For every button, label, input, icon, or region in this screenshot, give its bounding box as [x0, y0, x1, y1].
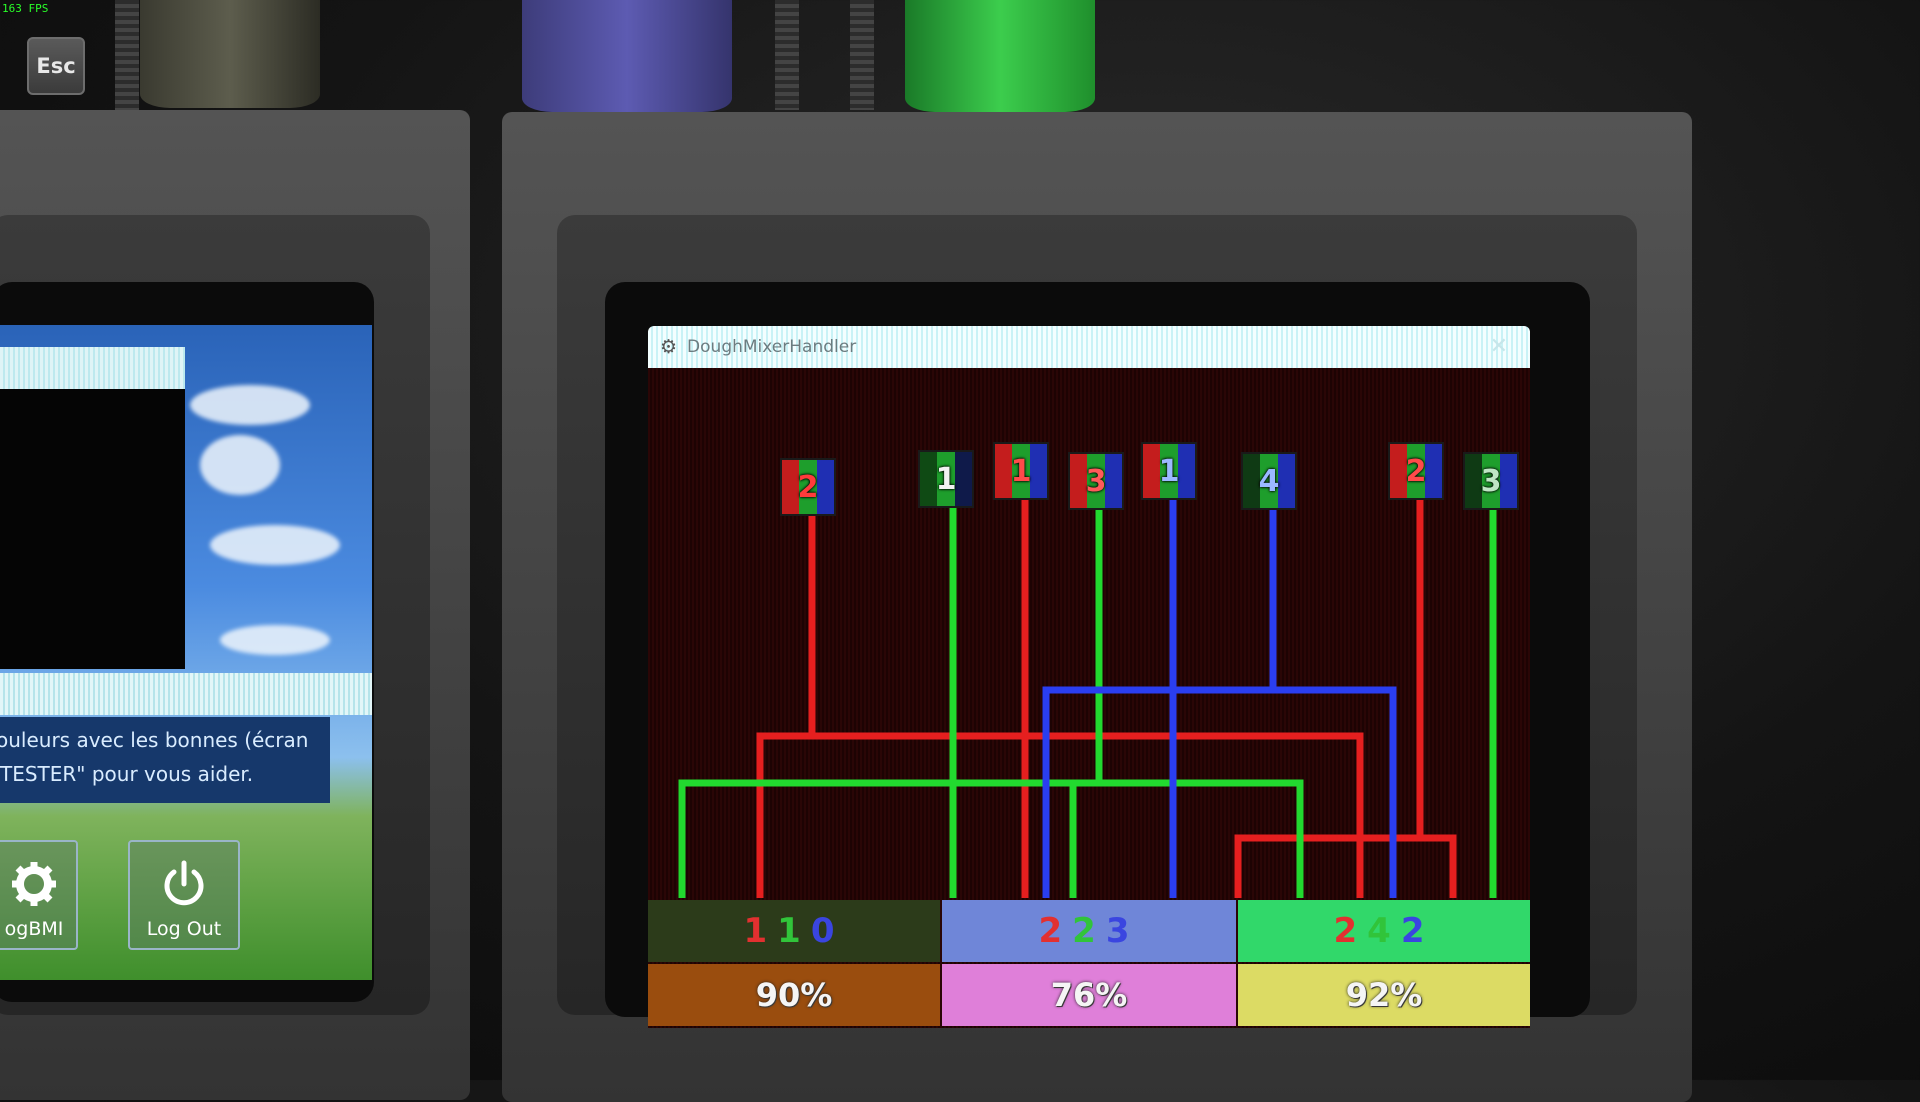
code-digit: 2 [1333, 911, 1368, 951]
code-digit: 0 [810, 911, 845, 951]
color-node[interactable]: 1 [918, 450, 974, 508]
node-value: 4 [1258, 463, 1280, 499]
color-node[interactable]: 3 [1463, 452, 1519, 510]
target-code-2: 2 2 3 [942, 900, 1236, 962]
code-digit: 1 [777, 911, 811, 951]
color-node[interactable]: 1 [1141, 442, 1197, 500]
left-window-body [0, 389, 185, 669]
esc-button[interactable]: Esc [27, 37, 85, 95]
target-code-3: 2 4 2 [1238, 900, 1530, 962]
cloud [190, 385, 310, 425]
match-percent-2: 76% [942, 964, 1236, 1026]
window-title: DoughMixerHandler [687, 337, 857, 357]
logout-label: Log Out [146, 918, 222, 940]
cloud [210, 525, 340, 565]
window-titlebar[interactable]: ⚙ DoughMixerHandler ✕ [648, 326, 1530, 368]
color-node[interactable]: 4 [1241, 452, 1297, 510]
olive-pipe [140, 0, 320, 108]
cloud [200, 435, 280, 495]
color-node[interactable]: 2 [1388, 442, 1444, 500]
settings-button[interactable]: ogBMI [0, 840, 78, 950]
left-dialog-titlebar[interactable] [0, 673, 372, 715]
node-value: 1 [1158, 453, 1180, 489]
gear-icon: ⚙ [660, 336, 678, 358]
match-percent-1: 90% [648, 964, 940, 1026]
code-digit: 3 [1105, 911, 1140, 951]
node-value: 3 [1480, 463, 1502, 499]
target-code-1: 1 1 0 [648, 900, 940, 962]
left-window-titlebar[interactable] [0, 347, 185, 389]
gear-icon [12, 862, 56, 906]
code-digit: 2 [1038, 911, 1073, 951]
cable [850, 0, 874, 110]
node-value: 2 [797, 469, 819, 505]
code-digit: 2 [1400, 911, 1435, 951]
green-pipe [905, 0, 1095, 112]
match-percent-3: 92% [1238, 964, 1530, 1026]
close-icon[interactable]: ✕ [1490, 334, 1508, 359]
code-digit: 2 [1072, 911, 1106, 951]
wiring-board: 2 1 1 3 1 4 2 3 1 1 0 2 2 3 2 4 2 90% 76… [648, 368, 1530, 1028]
left-dialog-message: ouleurs avec les bonnes (écran TESTER" p… [0, 717, 330, 803]
dough-mixer-window: ⚙ DoughMixerHandler ✕ 2 1 1 3 1 4 2 3 1 … [648, 326, 1530, 1028]
cable [775, 0, 799, 110]
node-value: 2 [1405, 453, 1427, 489]
cloud [220, 625, 330, 655]
node-value: 1 [1010, 453, 1032, 489]
node-value: 3 [1085, 463, 1107, 499]
cable [115, 0, 139, 110]
power-icon [164, 860, 204, 906]
color-node[interactable]: 3 [1068, 452, 1124, 510]
color-node[interactable]: 2 [780, 458, 836, 516]
code-digit: 4 [1367, 911, 1401, 951]
settings-label: ogBMI [4, 918, 64, 940]
node-value: 1 [935, 461, 957, 497]
green-wire [678, 496, 1304, 898]
logout-button[interactable]: Log Out [128, 840, 240, 950]
green-wire [1069, 496, 1103, 898]
violet-pipe [522, 0, 732, 112]
color-node[interactable]: 1 [993, 442, 1049, 500]
message-line-1: ouleurs avec les bonnes (écran [0, 728, 309, 752]
message-line-2: TESTER" pour vous aider. [0, 762, 254, 786]
left-monitor-screen: ouleurs avec les bonnes (écran TESTER" p… [0, 325, 372, 980]
fps-counter: 163 FPS [2, 2, 49, 15]
code-digit: 1 [743, 911, 778, 951]
